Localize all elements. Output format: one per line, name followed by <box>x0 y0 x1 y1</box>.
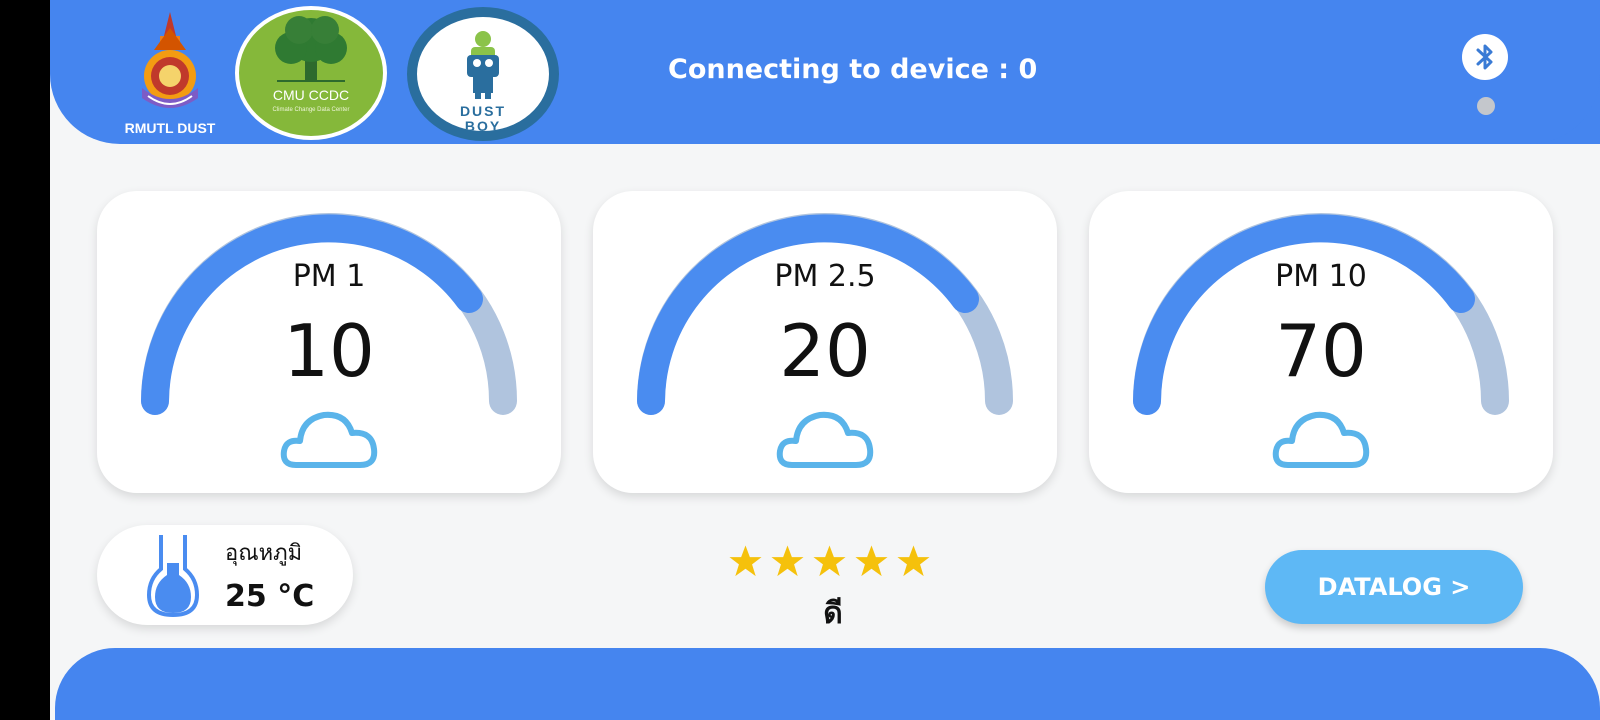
air-quality-text: ดี <box>823 596 843 631</box>
star-icon <box>813 545 846 577</box>
temperature-label: อุณหภูมิ <box>225 541 303 566</box>
cmu-logo-title: CMU CCDC <box>272 87 350 103</box>
rmutl-logo: RMUTL DUST <box>120 10 220 140</box>
pm25-gauge-card: PM 2.5 20 <box>593 191 1057 493</box>
star-icon <box>771 545 804 577</box>
gauge-label: PM 10 <box>1275 259 1367 294</box>
pm1-gauge-card: PM 1 10 <box>97 191 561 493</box>
cloud-icon <box>776 411 874 468</box>
gauge-label: PM 1 <box>292 259 366 294</box>
cloud-icon <box>1272 411 1370 468</box>
temperature-card: อุณหภูมิ 25 °C <box>97 525 353 625</box>
thermometer-icon <box>147 535 199 617</box>
datalog-button[interactable]: DATALOG > <box>1265 550 1523 624</box>
air-quality-stars <box>728 544 938 584</box>
footer-bar <box>55 648 1600 720</box>
gauge-value: 10 <box>283 309 375 393</box>
dust-logo-line1: DUST <box>459 103 507 119</box>
star-icon <box>897 545 930 577</box>
app-screen: RMUTL DUST CMU CCDC Climate Change Data … <box>50 0 1600 720</box>
bluetooth-icon <box>1476 44 1493 70</box>
star-icon <box>855 545 888 577</box>
rmutl-logo-caption: RMUTL DUST <box>124 120 216 136</box>
dust-boy-logo: DUST BOY <box>407 7 559 141</box>
connection-status: Connecting to device : 0 <box>668 54 1038 85</box>
cloud-icon <box>280 411 378 468</box>
temperature-value: 25 °C <box>225 579 315 614</box>
connection-indicator-dot <box>1477 97 1495 115</box>
gauge-label: PM 2.5 <box>774 259 876 294</box>
star-icon <box>729 545 762 577</box>
pm10-gauge-card: PM 10 70 <box>1089 191 1553 493</box>
cmu-ccdc-logo: CMU CCDC Climate Change Data Center <box>235 6 387 140</box>
header-bar: RMUTL DUST CMU CCDC Climate Change Data … <box>50 0 1600 144</box>
dust-logo-line2: BOY <box>464 118 502 134</box>
gauge-value: 70 <box>1275 309 1367 393</box>
gauge-value: 20 <box>779 309 871 393</box>
cmu-logo-subtitle: Climate Change Data Center <box>272 107 350 113</box>
bluetooth-button[interactable] <box>1462 34 1508 80</box>
